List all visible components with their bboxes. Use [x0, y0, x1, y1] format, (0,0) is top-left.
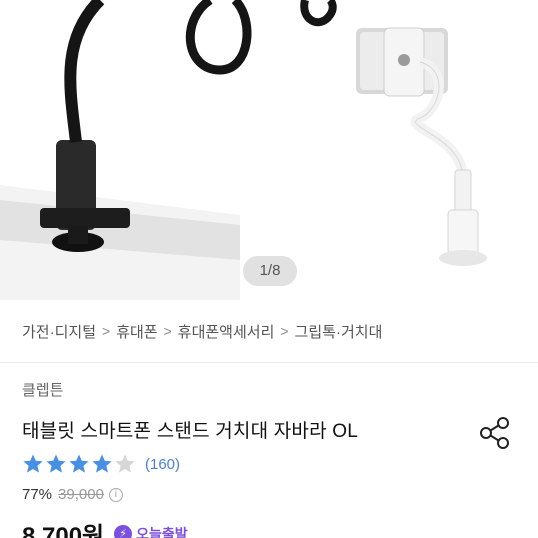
breadcrumb: 가전·디지털 > 휴대폰 > 휴대폰액세서리 > 그립톡·거치대: [22, 320, 382, 342]
breadcrumb-item-holder[interactable]: 그립톡·거치대: [295, 321, 383, 342]
star-icon: [69, 454, 89, 473]
image-pager: 1/8: [243, 256, 297, 286]
star-icon: [115, 454, 135, 473]
star-icon: [23, 454, 43, 473]
brand-name[interactable]: 클렙튼: [22, 379, 63, 400]
discount-rate: 77%: [22, 486, 53, 503]
breadcrumb-separator: >: [163, 323, 172, 339]
original-price: 39,000: [58, 486, 104, 503]
product-rating[interactable]: (160): [22, 452, 180, 476]
section-divider: [0, 362, 538, 363]
review-count-link[interactable]: (160): [145, 456, 180, 473]
breadcrumb-item-category[interactable]: 가전·디지털: [22, 321, 96, 342]
product-photo: [0, 0, 487, 300]
product-title: 태블릿 스마트폰 스탠드 거치대 자바라 OL: [22, 421, 359, 442]
delivery-badge: ⚡ 오늘출발: [114, 524, 188, 538]
info-icon[interactable]: i: [108, 487, 123, 502]
star-icon: [92, 454, 112, 473]
breadcrumb-item-phone[interactable]: 휴대폰: [116, 321, 157, 342]
star-rating: [22, 453, 137, 475]
share-icon: [480, 417, 509, 449]
final-price-row: 8,700원 ⚡ 오늘출발: [22, 516, 188, 538]
share-button[interactable]: [476, 414, 514, 452]
breadcrumb-separator: >: [280, 323, 289, 339]
clock-icon: ⚡: [114, 524, 133, 538]
breadcrumb-separator: >: [102, 323, 111, 339]
final-price: 8,700원: [22, 523, 105, 538]
price-info: 77% 39,000 i: [22, 486, 123, 503]
product-image-gallery[interactable]: 1/8: [0, 0, 538, 300]
delivery-badge-label: 오늘출발: [136, 525, 188, 538]
star-icon: [46, 454, 66, 473]
breadcrumb-item-accessories[interactable]: 휴대폰액세서리: [178, 321, 275, 342]
